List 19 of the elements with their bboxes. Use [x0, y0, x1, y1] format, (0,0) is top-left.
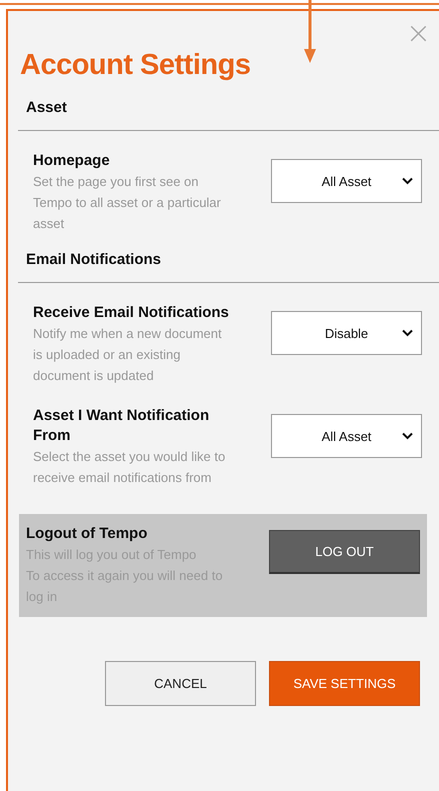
logout-title: Logout of Tempo: [26, 524, 148, 544]
setting-description: Notify me when a new document is uploaded or an existing document is updated: [33, 325, 223, 385]
setting-description: Select the asset you would like to receive email notifications from: [33, 448, 226, 487]
caret-icon: [402, 432, 413, 440]
save-button[interactable]: SAVE SETTINGS: [269, 661, 420, 706]
logout-button[interactable]: LOG OUT: [269, 530, 420, 574]
section-heading: Email Notifications: [26, 251, 162, 268]
setting-label: Receive Email Notifications: [33, 303, 230, 323]
dropdown[interactable]: All Asset: [271, 159, 422, 203]
setting-label: Asset I Want Notification From: [33, 406, 210, 446]
caret-icon: [402, 177, 413, 185]
caret-icon: [402, 329, 413, 337]
setting-label: Homepage: [33, 151, 111, 171]
cancel-button[interactable]: CANCEL: [105, 661, 256, 706]
section-heading: Asset: [26, 99, 68, 116]
setting-description: Set the page you first see on Tempo to all asset or a particular asset: [33, 173, 222, 233]
dialog-title: Account Settings: [20, 49, 252, 82]
dropdown[interactable]: All Asset: [271, 414, 422, 458]
dropdown[interactable]: Disable: [271, 311, 422, 355]
